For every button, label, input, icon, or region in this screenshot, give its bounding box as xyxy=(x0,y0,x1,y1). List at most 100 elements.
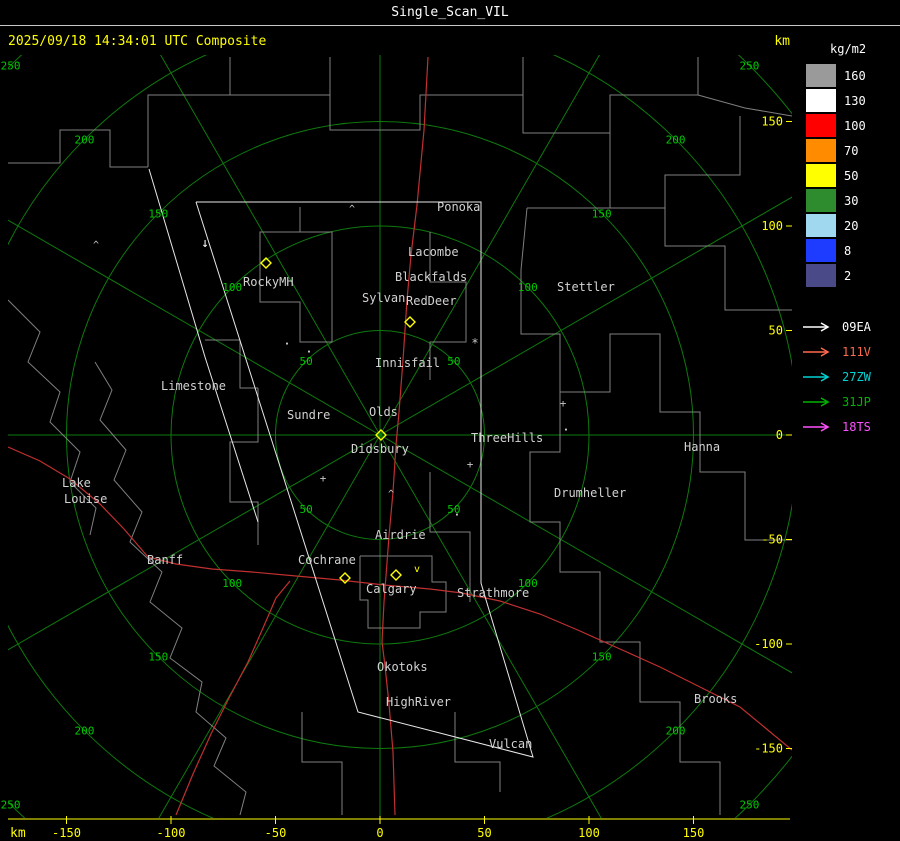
storm-track-legend: 09EA 111V 27ZW 31JP 18TS xyxy=(802,314,898,439)
colorbar-entry: 50 xyxy=(806,163,900,188)
point-marker: · xyxy=(562,423,569,437)
colorbar-swatch xyxy=(806,189,836,212)
city-labels: Ponoka Lacombe Blackfalds Sylvan RedDeer Stet… xyxy=(62,200,737,751)
range-label: 200 xyxy=(74,725,94,738)
city-label: Drumheller xyxy=(554,486,626,500)
colorbar-swatch xyxy=(806,164,836,187)
colorbar-entry: 2 xyxy=(806,263,900,288)
range-label: 200 xyxy=(666,725,686,738)
city-label: Hanna xyxy=(684,440,720,454)
bottom-axis-tick-label: 50 xyxy=(477,826,491,840)
city-label: Banff xyxy=(147,553,183,567)
range-label: 100 xyxy=(222,281,242,294)
colorbar-entry: 8 xyxy=(806,238,900,263)
city-label: Brooks xyxy=(694,692,737,706)
colorbar-value: 2 xyxy=(844,268,852,283)
colorbar-swatch xyxy=(806,214,836,237)
city-label: Sylvan xyxy=(362,291,405,305)
city-label: Limestone xyxy=(161,379,226,393)
bottom-axis-tick-label: -100 xyxy=(157,826,186,840)
colorbar-swatch xyxy=(806,139,836,162)
point-marker: + xyxy=(467,458,474,471)
colorbar-value: 100 xyxy=(844,118,866,133)
colorbar-entry: 130 xyxy=(806,88,900,113)
right-axis-tick-label: 150 xyxy=(761,115,783,129)
colorbar-swatch xyxy=(806,239,836,262)
city-label: ThreeHills xyxy=(471,431,543,445)
colorbar-swatch xyxy=(806,89,836,112)
city-label: Vulcan xyxy=(489,737,532,751)
colorbar-value: 160 xyxy=(844,68,866,83)
city-label: Olds xyxy=(369,405,398,419)
colorbar-value: 20 xyxy=(844,218,859,233)
right-axis-tick-label: 0 xyxy=(776,428,783,442)
point-marker: + xyxy=(560,397,567,410)
city-label: Okotoks xyxy=(377,660,428,674)
city-label: Innisfail xyxy=(375,356,440,370)
point-marker: · xyxy=(453,508,460,522)
range-label: 50 xyxy=(447,355,460,368)
city-label: Sundre xyxy=(287,408,330,422)
storm-track-id: 27ZW xyxy=(842,369,871,384)
range-label: 250 xyxy=(740,798,760,811)
storm-track-arrow-icon xyxy=(803,321,830,332)
city-label: Didsbury xyxy=(351,442,409,456)
storm-track-entry: 09EA xyxy=(802,314,898,339)
point-marker: · xyxy=(305,345,312,359)
colorbar-entry: 70 xyxy=(806,138,900,163)
colorbar-value: 8 xyxy=(844,243,852,258)
storm-track-arrow-icon xyxy=(803,371,830,382)
storm-track-id: 31JP xyxy=(842,394,871,409)
storm-track-id: 09EA xyxy=(842,319,871,334)
city-label: Ponoka xyxy=(437,200,480,214)
radar-window: Single_Scan_VIL 2025/09/18 14:34:01 UTC … xyxy=(0,0,900,841)
point-marker: * xyxy=(471,336,478,350)
point-marker: ^ xyxy=(388,489,394,500)
range-label: 200 xyxy=(74,133,94,146)
range-label: 150 xyxy=(148,651,168,664)
city-label: RedDeer xyxy=(406,294,457,308)
range-label: 250 xyxy=(1,60,21,73)
colorbar-swatch xyxy=(806,264,836,287)
colorbar-value: 70 xyxy=(844,143,859,158)
city-label: Calgary xyxy=(366,582,417,596)
city-label: Blackfalds xyxy=(395,270,467,284)
city-label: Cochrane xyxy=(298,553,356,567)
colorbar-entry: 20 xyxy=(806,213,900,238)
city-label: Airdrie xyxy=(375,528,426,542)
right-axis-tick-label: -50 xyxy=(761,533,783,547)
city-label: Lacombe xyxy=(408,245,459,259)
bottom-axis-tick-label: -150 xyxy=(52,826,81,840)
range-label: 250 xyxy=(740,60,760,73)
range-label: 100 xyxy=(222,577,242,590)
storm-track-arrow-icon xyxy=(803,396,830,407)
storm-track-arrow-icon xyxy=(803,346,830,357)
right-axis-tick-label: -150 xyxy=(754,742,783,756)
range-label: 200 xyxy=(666,133,686,146)
colorbar-swatch xyxy=(806,114,836,137)
colorbar-unit-label: kg/m2 xyxy=(830,42,867,56)
point-marker: v xyxy=(414,564,420,575)
right-axis-tick-label: 100 xyxy=(761,219,783,233)
storm-track-entry: 18TS xyxy=(802,414,898,439)
range-label: 150 xyxy=(592,651,612,664)
storm-track-id: 111V xyxy=(842,344,871,359)
right-axis-tick-label: -100 xyxy=(754,637,783,651)
colorbar-swatch xyxy=(806,64,836,87)
storm-track-entry: 111V xyxy=(802,339,898,364)
site-diamond-icon xyxy=(390,569,402,581)
city-label: HighRiver xyxy=(386,695,451,709)
scan-area-outline xyxy=(148,168,534,758)
range-label: 250 xyxy=(1,798,21,811)
colorbar-swatches: 160 130 100 70 50 30 20 8 2 xyxy=(806,63,900,288)
range-label: 100 xyxy=(518,281,538,294)
point-marker: ^ xyxy=(349,204,355,215)
range-label: 50 xyxy=(299,503,312,516)
bottom-axis-unit-label: km xyxy=(10,826,26,841)
bottom-axis-tick-label: 150 xyxy=(683,826,705,840)
colorbar-entry: 30 xyxy=(806,188,900,213)
radar-map[interactable]: 5010015020025050100150200250501001502002… xyxy=(0,0,900,841)
colorbar-entry: 100 xyxy=(806,113,900,138)
storm-track-entry: 27ZW xyxy=(802,364,898,389)
bottom-axis-tick-label: 0 xyxy=(376,826,383,840)
